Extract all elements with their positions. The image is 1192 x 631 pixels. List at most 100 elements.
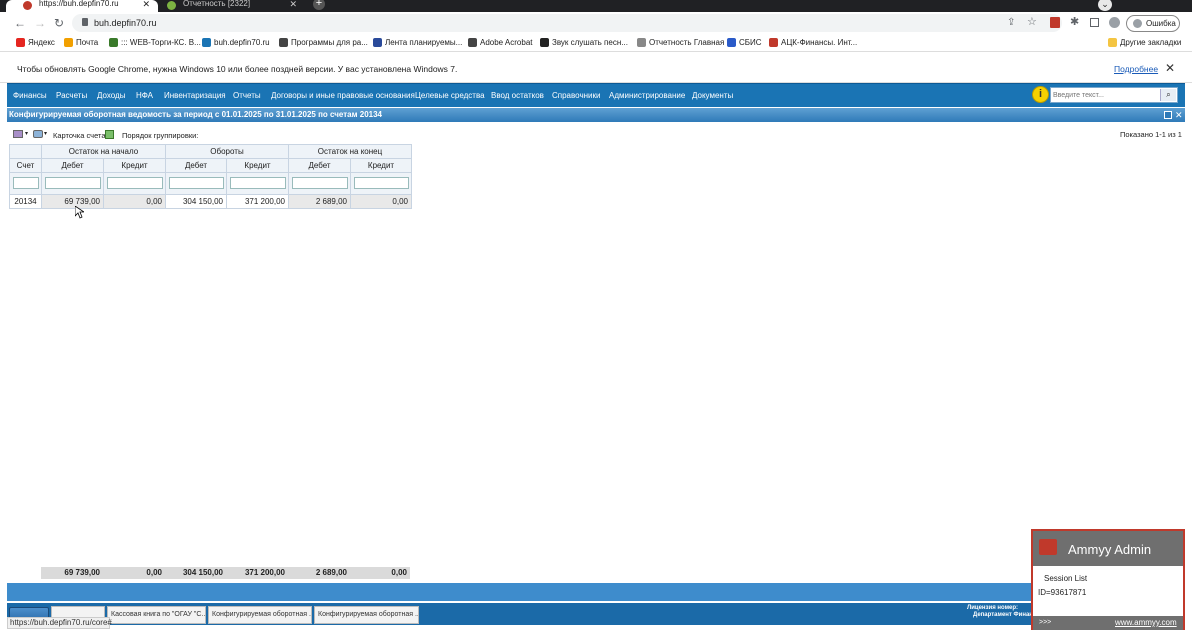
close-tab-icon[interactable]: ✕	[289, 0, 297, 9]
bookmark-item[interactable]: ::: WEB-Торги-КС. В...	[109, 38, 201, 47]
header-account[interactable]: Счет	[9, 158, 42, 173]
menu-item[interactable]: Администрирование	[609, 91, 685, 100]
header-closing-credit[interactable]: Кредит	[350, 158, 412, 173]
profile-avatar-icon[interactable]	[1109, 17, 1120, 28]
table-row[interactable]: 20134 69 739,00 0,00 304 150,00 371 200,…	[9, 194, 412, 209]
filter-input[interactable]	[12, 177, 39, 190]
address-bar[interactable]: buh.depfin70.ru	[72, 14, 1062, 32]
ammyy-link[interactable]: www.ammyy.com	[1115, 618, 1177, 627]
bookmark-label: Звук слушать песн...	[552, 38, 628, 47]
cell-opening-credit: 0,00	[103, 194, 166, 209]
menu-item[interactable]: Документы	[692, 91, 733, 100]
pdf-extension-icon[interactable]	[1050, 17, 1060, 28]
menu-item[interactable]: Расчеты	[56, 91, 87, 100]
filter-input[interactable]	[168, 177, 224, 190]
error-button[interactable]: Ошибка	[1126, 15, 1180, 32]
print-icon[interactable]	[13, 130, 23, 138]
menu-item[interactable]: Ввод остатков	[491, 91, 544, 100]
bookmark-item[interactable]: Звук слушать песн...	[540, 38, 628, 47]
back-arrow-icon[interactable]: ←	[14, 17, 26, 29]
ammyy-id: ID=93617871	[1038, 588, 1087, 597]
bookmark-favicon-icon	[16, 38, 25, 47]
dropdown-arrow-icon[interactable]: ▾	[44, 130, 47, 137]
session-list[interactable]: Session List	[1044, 574, 1087, 583]
grid-toolbar: ▾ ▾ Карточка счета Порядок группировки: …	[7, 126, 1185, 144]
taskbar-item[interactable]: Конфигурируемая оборотная ...	[208, 606, 312, 624]
header-turnover-credit[interactable]: Кредит	[226, 158, 289, 173]
bookmark-label: Лента планируемы...	[385, 38, 463, 47]
cell-turnover-credit: 371 200,00	[226, 194, 289, 209]
menu-item[interactable]: Доходы	[97, 91, 125, 100]
filter-input[interactable]	[353, 177, 409, 190]
menu-item[interactable]: Справочники	[552, 91, 600, 100]
menu-item[interactable]: НФА	[136, 91, 153, 100]
account-card-button[interactable]: Карточка счета	[53, 131, 106, 140]
bookmark-item[interactable]: Лента планируемы...	[373, 38, 462, 47]
bookmark-favicon-icon	[64, 38, 73, 47]
filter-account	[9, 172, 42, 195]
filter-closing-debit	[288, 172, 351, 195]
taskbar-item[interactable]: Кассовая книга по "ОГАУ "С...	[107, 606, 206, 624]
address-url: buh.depfin70.ru	[94, 18, 157, 28]
license-department: Департамент Финан	[973, 612, 1033, 618]
browser-tab[interactable]: Отчетность [2322] ✕	[150, 0, 305, 12]
grouping-order-label[interactable]: Порядок группировки:	[122, 131, 198, 140]
tab-search-chevron-icon[interactable]: ⌄	[1098, 0, 1112, 11]
total-closing-debit: 2 689,00	[315, 568, 347, 577]
menu-item[interactable]: Инвентаризация	[164, 91, 226, 100]
taskbar-item[interactable]: Конфигурируемая оборотная ...	[314, 606, 419, 624]
bookmark-item[interactable]: Почта	[64, 38, 98, 47]
search-icon[interactable]: ⌕	[1160, 89, 1176, 101]
share-icon[interactable]: ⇪	[1007, 17, 1015, 29]
bookmark-item[interactable]: Adobe Acrobat	[468, 38, 532, 47]
cell-turnover-debit: 304 150,00	[165, 194, 227, 209]
header-turnover-debit[interactable]: Дебет	[165, 158, 227, 173]
bookmark-item[interactable]: buh.depfin70.ru	[202, 38, 270, 47]
browser-tab-active[interactable]: https://buh.depfin70.ru ✕	[6, 0, 158, 12]
other-bookmarks[interactable]: Другие закладки	[1108, 38, 1181, 47]
total-closing-credit: 0,00	[391, 568, 407, 577]
menu-item[interactable]: Договоры и иные правовые основания	[271, 91, 415, 100]
header-opening-debit[interactable]: Дебет	[41, 158, 104, 173]
ammyy-expand-arrows[interactable]: >>>	[1039, 619, 1051, 626]
ammyy-logo-icon	[1039, 539, 1057, 555]
close-infobar-icon[interactable]: ✕	[1165, 61, 1175, 75]
search-input[interactable]	[1053, 89, 1157, 101]
filter-closing-credit	[350, 172, 412, 195]
ammyy-admin-popup[interactable]: Ammyy Admin Session List ID=93617871 >>>…	[1031, 529, 1185, 630]
total-opening-debit: 69 739,00	[64, 568, 100, 577]
export-icon[interactable]	[33, 130, 43, 138]
menu-item[interactable]: Отчеты	[233, 91, 261, 100]
menu-item[interactable]: Финансы	[13, 91, 47, 100]
forward-arrow-icon[interactable]: →	[34, 17, 46, 29]
learn-more-link[interactable]: Подробнее	[1114, 64, 1158, 74]
header-opening-credit[interactable]: Кредит	[103, 158, 166, 173]
bookmark-item[interactable]: Яндекс	[16, 38, 55, 47]
dropdown-arrow-icon[interactable]: ▾	[25, 130, 28, 137]
bookmark-item[interactable]: СБИС	[727, 38, 762, 47]
close-tab-icon[interactable]: ✕	[142, 0, 150, 9]
filter-input[interactable]	[106, 177, 163, 190]
extensions-puzzle-icon[interactable]: ✱	[1070, 16, 1079, 28]
bookmark-favicon-icon	[468, 38, 477, 47]
window-title-bar: Конфигурируемая оборотная ведомость за п…	[7, 108, 1185, 122]
filter-input[interactable]	[229, 177, 286, 190]
bookmark-star-icon[interactable]: ☆	[1027, 16, 1037, 28]
filter-input[interactable]	[44, 177, 101, 190]
info-icon[interactable]: i	[1032, 86, 1049, 103]
filter-input[interactable]	[291, 177, 348, 190]
new-tab-icon[interactable]: +	[313, 0, 325, 10]
reload-icon[interactable]: ↻	[54, 17, 64, 29]
restore-window-icon[interactable]	[1164, 111, 1172, 119]
refresh-icon[interactable]	[105, 130, 114, 139]
tab-label: https://buh.depfin70.ru	[39, 0, 119, 8]
menu-item[interactable]: Целевые средства	[415, 91, 485, 100]
side-panel-icon[interactable]	[1090, 18, 1099, 27]
close-window-icon[interactable]: ✕	[1175, 108, 1183, 122]
bookmark-item[interactable]: Программы для ра...	[279, 38, 368, 47]
filter-turnover-debit	[165, 172, 227, 195]
bookmark-item[interactable]: АЦК-Финансы. Инт...	[769, 38, 857, 47]
bookmark-item[interactable]: Отчетность Главная	[637, 38, 724, 47]
header-closing-debit[interactable]: Дебет	[288, 158, 351, 173]
group-header-turnover: Обороты	[165, 144, 289, 159]
